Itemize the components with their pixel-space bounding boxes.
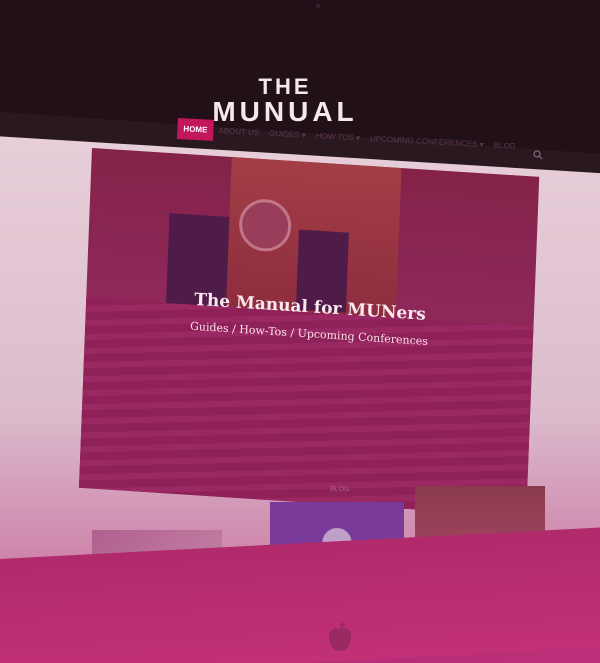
logo-line-2: MUNUAL (212, 96, 358, 127)
camera-icon (316, 3, 321, 8)
nav-home[interactable]: HOME (176, 118, 214, 141)
nav-how-tos[interactable]: HOW TOS ▾ (310, 125, 365, 149)
nav-blog[interactable]: BLOG (488, 134, 521, 157)
hero-banner: The Manual for MUNers Guides / How-Tos /… (78, 148, 540, 517)
nav-about-us[interactable]: ABOUT US (213, 120, 265, 144)
search-icon[interactable] (533, 150, 543, 160)
blog-section-label: BLOG (329, 485, 350, 494)
logo-line-1: THE (258, 74, 312, 99)
monitor-scene: THE MUNUAL HOME ABOUT US GUIDES ▾ HOW TO… (0, 0, 600, 663)
apple-icon (328, 622, 352, 651)
nav-guides[interactable]: GUIDES ▾ (264, 123, 312, 146)
site-logo[interactable]: THE MUNUAL (0, 76, 600, 126)
